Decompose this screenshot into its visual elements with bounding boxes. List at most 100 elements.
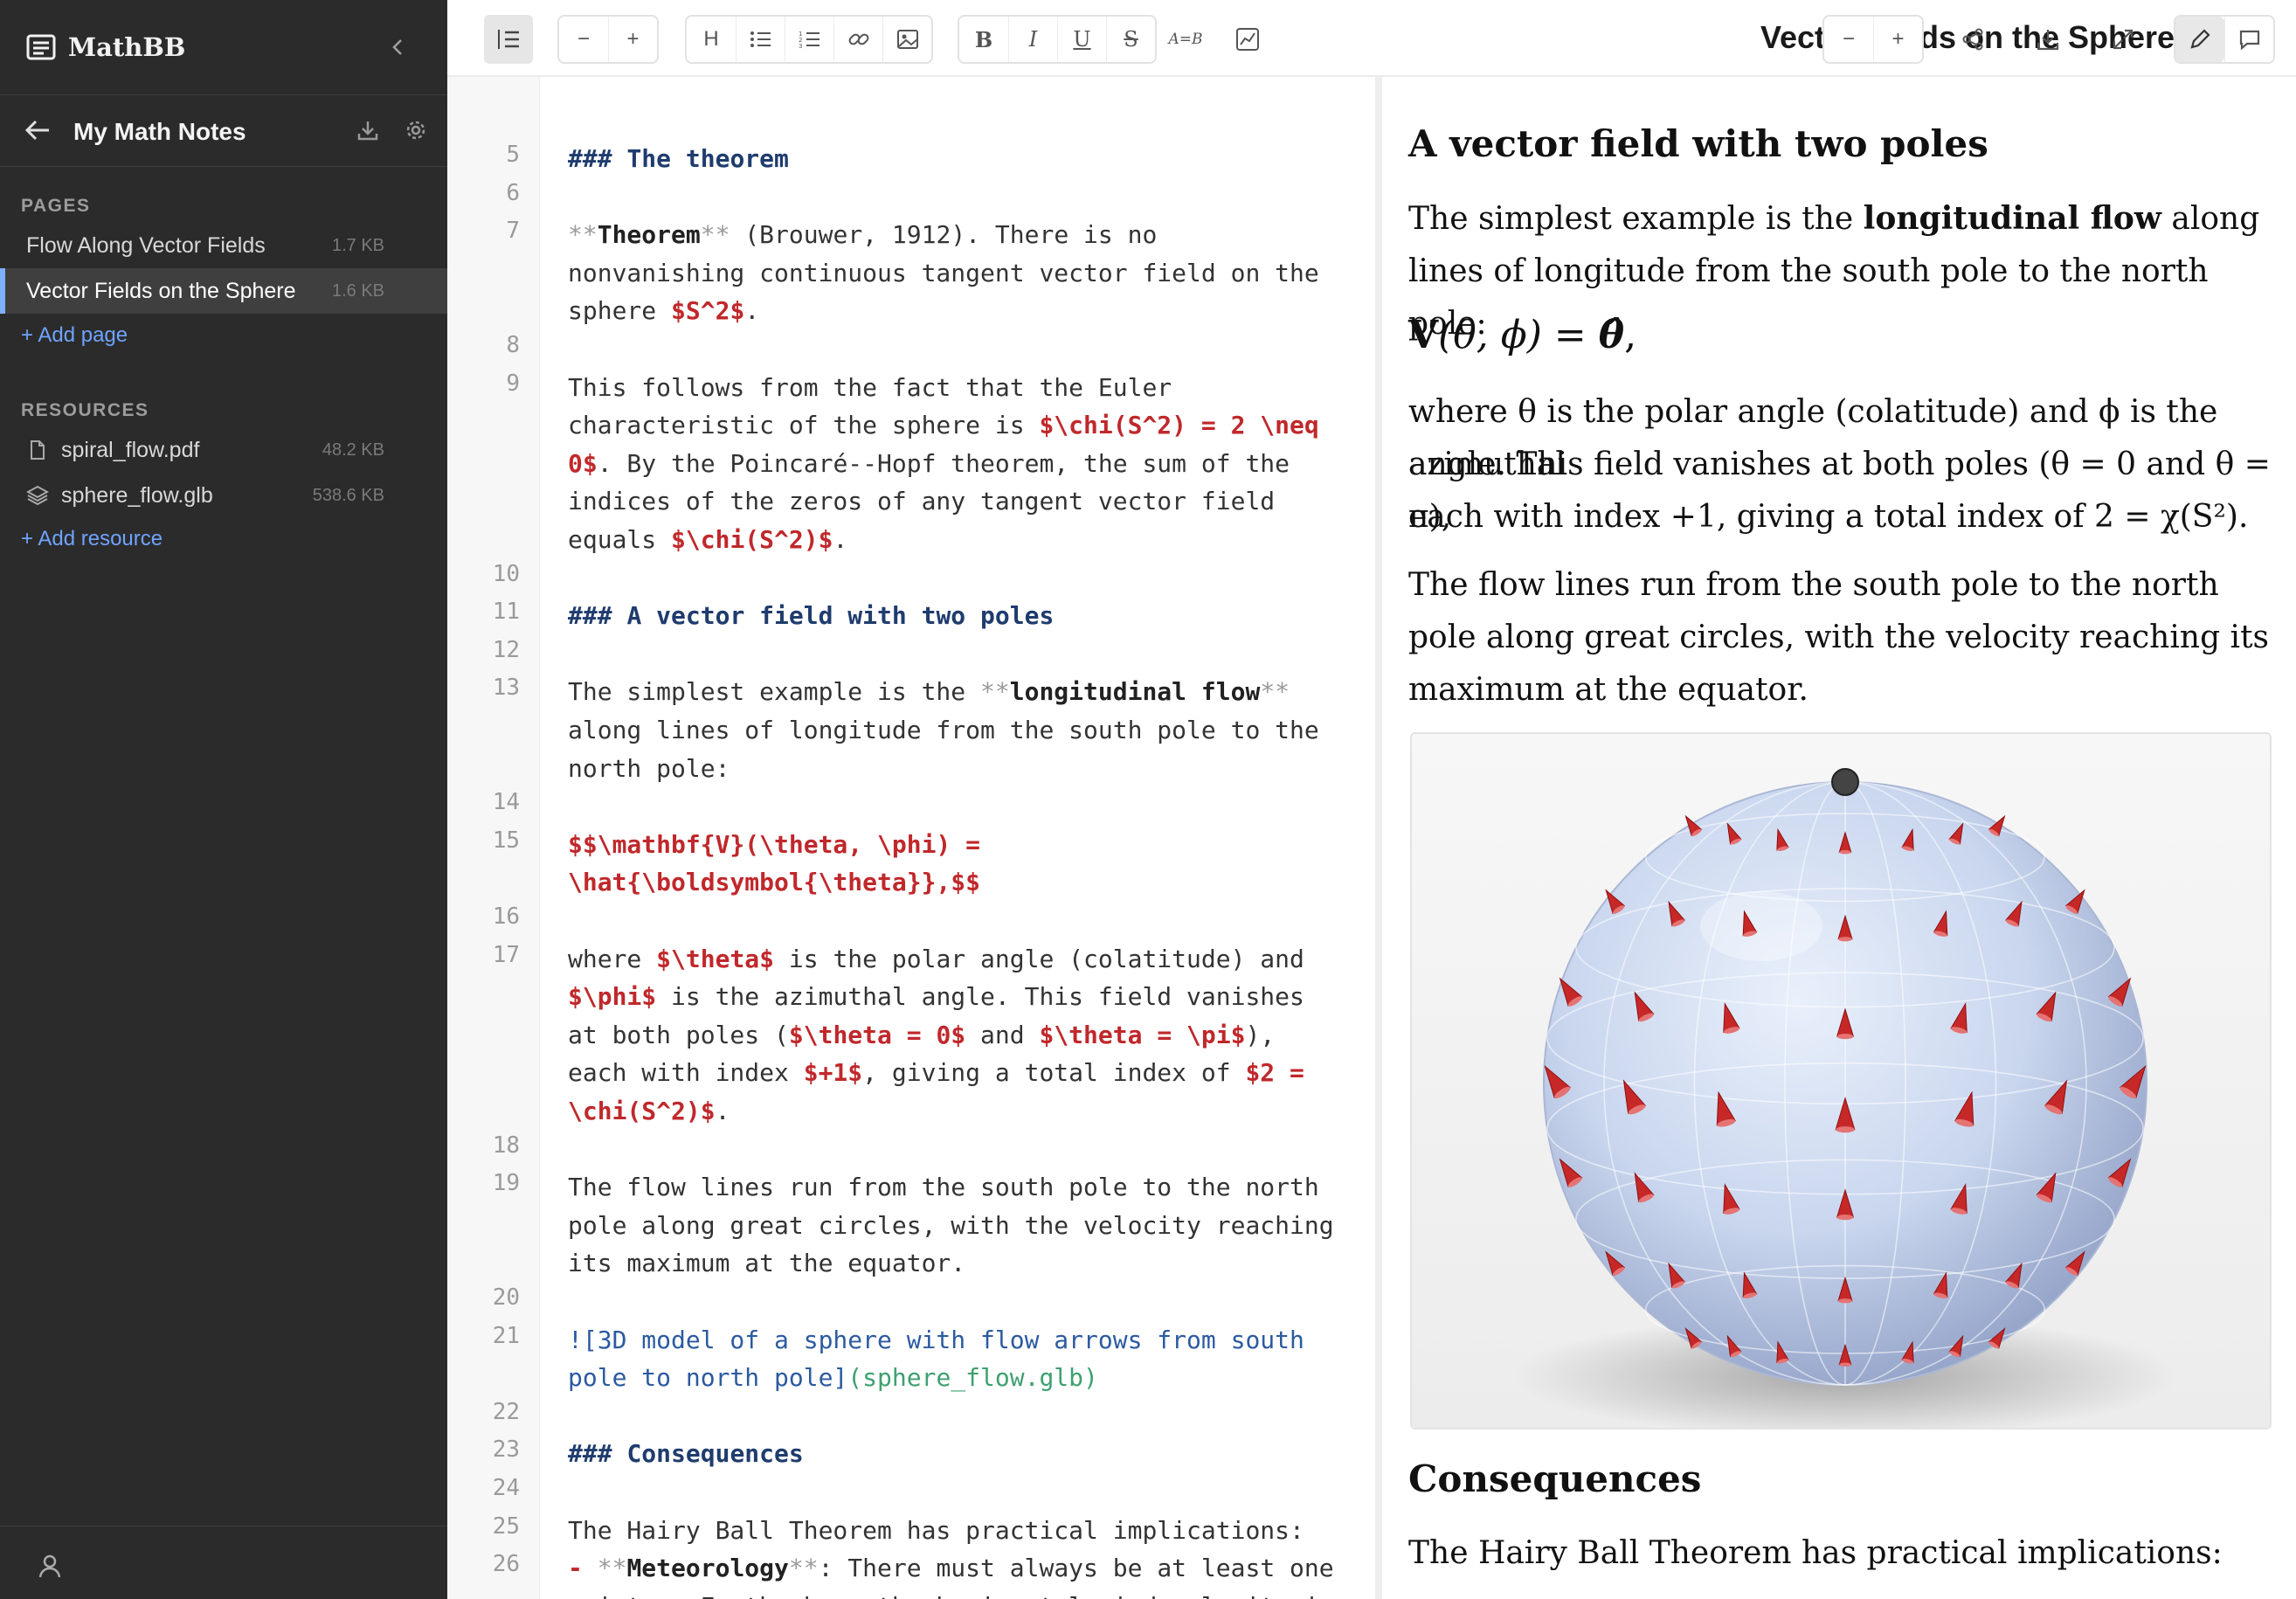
edit-mode-button[interactable]: [2175, 17, 2224, 62]
code-token: ###: [568, 144, 627, 173]
code-token: and: [965, 1020, 1040, 1049]
increase-font-button[interactable]: +: [608, 17, 657, 62]
code-token: 0$: [568, 448, 598, 478]
code-token: .: [715, 1097, 730, 1125]
numbered-list-button[interactable]: 123: [785, 17, 833, 62]
code-line[interactable]: $\phi$ is the azimuthal angle. This fiel…: [568, 978, 1304, 1016]
resource-item[interactable]: sphere_flow.glb 538.6 KB: [0, 473, 447, 518]
code-line[interactable]: point on Earth where the horizontal wind…: [568, 1588, 1334, 1599]
sphere-model[interactable]: [1412, 734, 2272, 1429]
add-page-link[interactable]: + Add page: [21, 323, 128, 348]
preview-zoom-out-button[interactable]: −: [1824, 17, 1873, 62]
add-resource-link[interactable]: + Add resource: [21, 527, 163, 551]
arrow-left-icon: [24, 120, 49, 140]
code-line[interactable]: \hat{\boldsymbol{\theta}},$$: [568, 863, 980, 902]
markdown-editor[interactable]: 5 6 7 8 9 10 11 12 13 14 15 16 17 18 19 20 21 22 23 24 25 26 …: [447, 77, 1375, 1599]
sphere-3d-viewer[interactable]: [1410, 732, 2272, 1429]
line-number: 15: [492, 827, 520, 854]
code-line[interactable]: characteristic of the sphere is $\chi(S^…: [568, 406, 1319, 445]
code-line[interactable]: **Theorem** (Brouwer, 1912). There is no: [568, 216, 1157, 254]
line-number: 12: [492, 636, 520, 663]
chart-button[interactable]: [1223, 15, 1272, 64]
comments-button[interactable]: [2224, 17, 2273, 62]
code-line[interactable]: $$\mathbf{V}(\theta, \phi) =: [568, 826, 980, 864]
arrow-base: [1836, 1034, 1854, 1040]
code-token: pole along great circles, with the veloc…: [568, 1210, 1334, 1240]
arrow-base: [1836, 1215, 1854, 1221]
pane-splitter[interactable]: [1375, 77, 1382, 1599]
sphere-highlight: [1700, 891, 1822, 961]
notebook-header: My Math Notes: [24, 110, 426, 154]
code-token: **: [597, 1554, 627, 1583]
heading-two-poles: A vector field with two poles: [1408, 122, 1988, 165]
code-token: $+1$: [803, 1058, 863, 1088]
3d-model-icon: [26, 484, 49, 507]
code-line[interactable]: sphere $S^2$.: [568, 292, 759, 330]
collapse-sidebar-button[interactable]: [384, 31, 411, 63]
underline-button[interactable]: U: [1057, 17, 1106, 62]
fullscreen-button[interactable]: [2099, 15, 2147, 64]
page-item[interactable]: Flow Along Vector Fields 1.7 KB: [0, 223, 447, 268]
resource-label: sphere_flow.glb: [61, 482, 213, 508]
code-line[interactable]: ### Consequences: [568, 1435, 804, 1473]
code-line[interactable]: The simplest example is the **longitudin…: [568, 673, 1290, 711]
equation-button[interactable]: A=B: [1155, 15, 1216, 64]
code-token: $2 =: [1245, 1058, 1304, 1088]
code-line[interactable]: along lines of longitude from the south …: [568, 711, 1319, 750]
code-line[interactable]: each with index $+1$, giving a total ind…: [568, 1054, 1304, 1092]
notebook-settings-button[interactable]: [405, 120, 426, 145]
bullet-list-icon: [750, 31, 771, 47]
share-button[interactable]: [1948, 15, 1997, 64]
italic-button[interactable]: I: [1008, 17, 1057, 62]
code-line[interactable]: at both poles ($\theta = 0$ and $\theta …: [568, 1016, 1275, 1055]
page-label: Vector Fields on the Sphere: [26, 278, 296, 303]
code-line[interactable]: where $\theta$ is the polar angle (colat…: [568, 940, 1304, 979]
code-line[interactable]: 0$. By the Poincaré--Hopf theorem, the s…: [568, 445, 1290, 483]
arrow-base: [1838, 1298, 1852, 1304]
code-line[interactable]: ### A vector field with two poles: [568, 597, 1054, 635]
code-line[interactable]: pole along great circles, with the veloc…: [568, 1207, 1334, 1245]
toolbar: − + H 123 B I U S A=B Vector Fields on t…: [447, 0, 2296, 77]
code-token: The flow lines run from the south pole t…: [568, 1173, 1319, 1202]
line-number: 26: [492, 1551, 520, 1578]
app-brand[interactable]: MathBB: [26, 28, 185, 66]
code-line[interactable]: The flow lines run from the south pole t…: [568, 1168, 1319, 1207]
line-number: 9: [506, 370, 520, 397]
download-button[interactable]: [2023, 15, 2072, 64]
code-token: .: [833, 525, 848, 554]
code-line[interactable]: its maximum at the equator.: [568, 1244, 965, 1283]
line-number: 6: [506, 179, 520, 206]
heading-button[interactable]: H: [687, 17, 736, 62]
code-line[interactable]: nonvanishing continuous tangent vector f…: [568, 254, 1319, 293]
strikethrough-button[interactable]: S: [1106, 17, 1155, 62]
preview-zoom-in-button[interactable]: +: [1873, 17, 1922, 62]
link-button[interactable]: [833, 17, 882, 62]
code-token: , giving a total index of: [862, 1058, 1246, 1088]
code-line[interactable]: ### The theorem: [568, 140, 789, 178]
code-line[interactable]: north pole:: [568, 750, 730, 788]
code-line[interactable]: \chi(S^2)$.: [568, 1092, 730, 1131]
code-token: is the polar angle (colatitude) and: [774, 944, 1304, 973]
back-button[interactable]: [24, 119, 51, 146]
code-token: Theorem: [597, 220, 701, 250]
code-token: **: [980, 677, 1010, 707]
code-token: sphere: [568, 296, 672, 326]
code-line[interactable]: This follows from the fact that the Eule…: [568, 369, 1172, 407]
bullet-list-button[interactable]: [736, 17, 785, 62]
image-button[interactable]: [882, 17, 931, 62]
code-line[interactable]: The Hairy Ball Theorem has practical imp…: [568, 1512, 1304, 1550]
decrease-font-button[interactable]: −: [559, 17, 608, 62]
line-numbers-toggle[interactable]: [484, 15, 533, 64]
chevron-left-icon: [392, 39, 402, 55]
code-line[interactable]: pole to north pole](sphere_flow.glb): [568, 1359, 1098, 1397]
page-item-active[interactable]: Vector Fields on the Sphere 1.6 KB: [0, 268, 447, 314]
code-line[interactable]: indices of the zeros of any tangent vect…: [568, 482, 1275, 521]
account-button[interactable]: [37, 1553, 63, 1583]
code-line[interactable]: ![3D model of a sphere with flow arrows …: [568, 1321, 1304, 1360]
download-notebook-button[interactable]: [356, 119, 379, 146]
bold-button[interactable]: B: [959, 17, 1008, 62]
code-line[interactable]: - **Meteorology**: There must always be …: [568, 1549, 1334, 1588]
code-line[interactable]: equals $\chi(S^2)$.: [568, 521, 847, 559]
resource-item[interactable]: spiral_flow.pdf 48.2 KB: [0, 427, 447, 473]
sidebar-divider: [0, 94, 447, 95]
